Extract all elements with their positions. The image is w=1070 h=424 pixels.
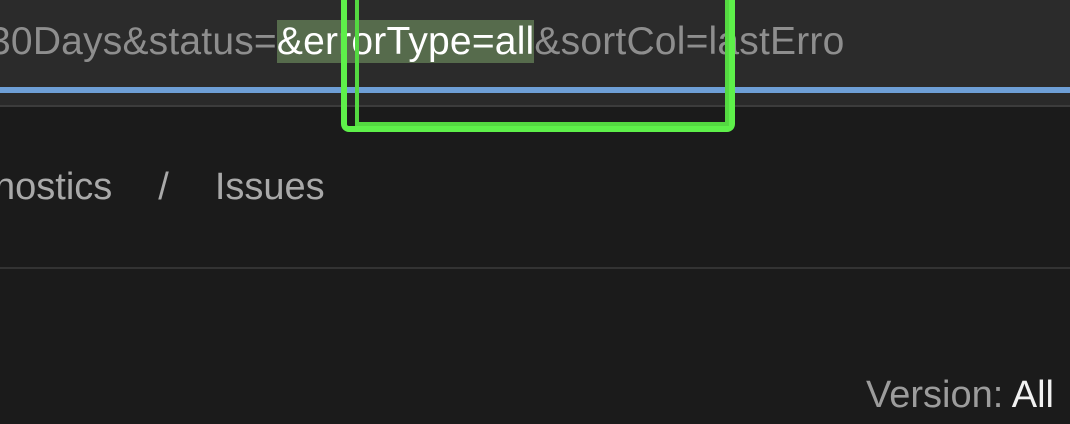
version-filter-label: Version: [865, 374, 1004, 416]
url-segment-after: &sortCol=lastErro [534, 20, 845, 63]
breadcrumb-current: Issues [214, 166, 325, 208]
breadcrumb-separator: / [158, 166, 169, 208]
toolbar-bottom-strip [0, 93, 1070, 107]
breadcrumb: nostics / Issues [0, 165, 325, 209]
version-filter-value: All [1011, 374, 1054, 416]
url-text[interactable]: t30Days&status=&errorType=all&sortCol=la… [0, 14, 845, 70]
url-segment-selected: &errorType=all [276, 20, 535, 63]
screen: t30Days&status=&errorType=all&sortCol=la… [0, 0, 1070, 424]
filter-bar: Version: All [0, 269, 1070, 424]
url-segment-before: t30Days&status= [0, 20, 277, 63]
address-bar[interactable]: t30Days&status=&errorType=all&sortCol=la… [0, 0, 1070, 88]
version-filter-dropdown[interactable]: Version: All [866, 373, 1054, 417]
page-header: nostics / Issues [0, 107, 1070, 269]
breadcrumb-parent-link[interactable]: nostics [0, 166, 112, 208]
